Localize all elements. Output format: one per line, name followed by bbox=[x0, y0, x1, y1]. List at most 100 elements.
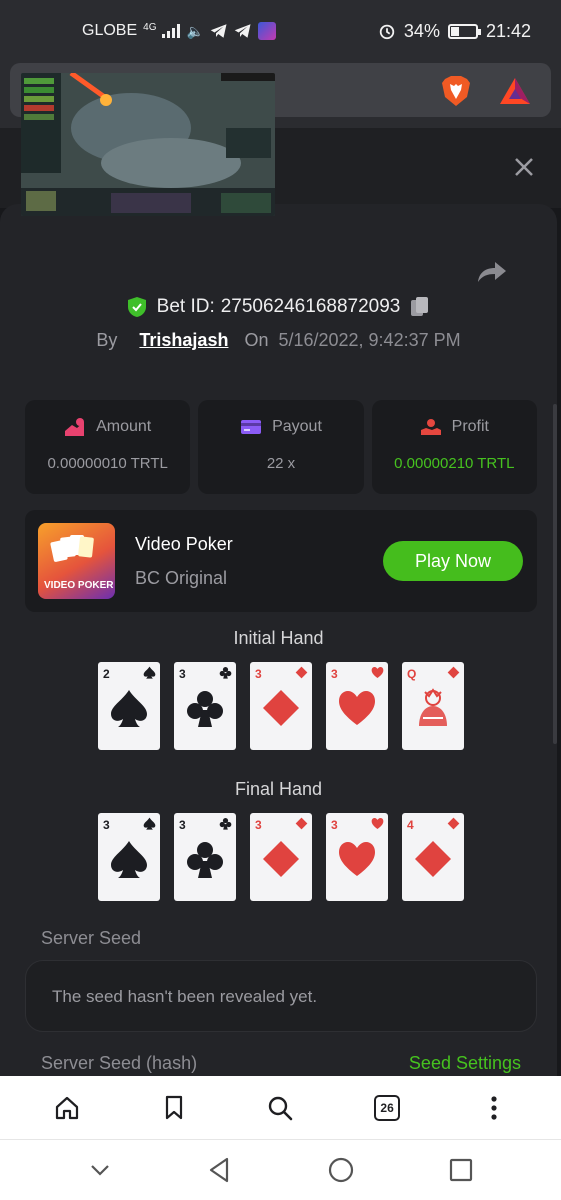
card-rank: 4 bbox=[407, 818, 414, 832]
video-frame bbox=[21, 73, 275, 216]
system-navigation-bar bbox=[0, 1139, 561, 1200]
close-icon[interactable] bbox=[511, 154, 537, 180]
game-card: VIDEO POKER Video Poker BC Original Play… bbox=[25, 510, 537, 612]
spade-corner-icon bbox=[143, 666, 156, 679]
card-rank: 3 bbox=[331, 818, 338, 832]
initial-hand: 2 3 3 3 Q bbox=[98, 662, 464, 750]
server-seed-label: Server Seed bbox=[41, 928, 142, 948]
spade-corner-icon bbox=[143, 817, 156, 830]
bet-date: 5/16/2022, 9:42:37 PM bbox=[278, 330, 461, 350]
bet-stats: Amount 0.00000010 TRTL Payout 22 x Profi… bbox=[25, 400, 537, 494]
username-link[interactable]: Trishajash bbox=[139, 330, 228, 351]
server-seed-hash-label: Server Seed (hash) bbox=[41, 1053, 198, 1073]
battery-percent: 34% bbox=[403, 20, 440, 41]
thumbnail-text: VIDEO POKER bbox=[44, 580, 114, 591]
final-card-1: 3 bbox=[98, 813, 160, 901]
stat-profit-value: 0.00000210 TRTL bbox=[394, 455, 515, 472]
card-rank: 3 bbox=[255, 818, 262, 832]
initial-hand-label: Initial Hand bbox=[233, 628, 324, 648]
diamond-corner-icon bbox=[447, 817, 460, 830]
server-seed-field: The seed hasn't been revealed yet. bbox=[25, 960, 537, 1032]
stat-amount-value: 0.00000010 TRTL bbox=[47, 455, 168, 472]
on-label: On bbox=[244, 330, 269, 350]
card-rank: 3 bbox=[103, 818, 110, 832]
stat-payout-label: Payout bbox=[272, 418, 322, 435]
diamond-corner-icon bbox=[447, 666, 460, 679]
stat-amount-head: Amount bbox=[64, 417, 151, 437]
bet-id-value: 27506246168872093 bbox=[220, 296, 401, 317]
stat-payout-head: Payout bbox=[240, 417, 322, 437]
telegram-icon bbox=[210, 24, 227, 38]
diamond-icon bbox=[263, 690, 299, 726]
alarm-icon bbox=[379, 24, 395, 40]
copy-icon[interactable] bbox=[410, 296, 430, 318]
card-rank: 3 bbox=[179, 667, 186, 681]
final-card-5: 4 bbox=[402, 813, 464, 901]
stat-profit-label: Profit bbox=[451, 418, 489, 435]
card-stack-icon bbox=[50, 535, 94, 562]
status-bar: GLOBE 4G 🔈 34% 21:42 bbox=[0, 0, 561, 62]
diamond-icon bbox=[419, 688, 447, 726]
initial-card-2: 3 bbox=[174, 662, 236, 750]
share-icon[interactable] bbox=[477, 260, 507, 284]
card-rank: 2 bbox=[103, 667, 110, 681]
card-rank: Q bbox=[407, 667, 417, 681]
home-icon[interactable] bbox=[53, 1094, 81, 1122]
card-rank: 3 bbox=[179, 818, 186, 832]
signal-icon bbox=[162, 24, 181, 38]
final-hand: 3 3 3 3 4 bbox=[98, 813, 464, 901]
seed-settings-link[interactable]: Seed Settings bbox=[409, 1053, 521, 1074]
play-now-button[interactable]: Play Now bbox=[383, 541, 523, 581]
diamond-corner-icon bbox=[295, 666, 308, 679]
card-rank: 3 bbox=[255, 667, 262, 681]
stat-amount-label: Amount bbox=[96, 418, 152, 435]
final-hand-label: Final Hand bbox=[234, 779, 323, 799]
scrollbar[interactable] bbox=[553, 404, 557, 744]
final-card-3: 3 bbox=[250, 813, 312, 901]
bookmark-icon[interactable] bbox=[160, 1094, 188, 1122]
recents-icon[interactable] bbox=[447, 1156, 475, 1184]
network-label: 4G bbox=[143, 21, 157, 33]
heart-icon bbox=[339, 842, 375, 876]
stat-payout-value: 22 x bbox=[266, 455, 296, 472]
stat-amount: Amount 0.00000010 TRTL bbox=[25, 400, 191, 494]
home-circle-icon[interactable] bbox=[327, 1156, 355, 1184]
final-card-4: 3 bbox=[326, 813, 388, 901]
amount-icon bbox=[65, 418, 85, 436]
bet-id-label: Bet ID: bbox=[156, 296, 215, 317]
telegram-icon-2 bbox=[234, 24, 251, 38]
brave-rewards-icon[interactable] bbox=[499, 77, 531, 105]
verified-shield-icon bbox=[127, 297, 146, 317]
tabs-icon[interactable]: 26 bbox=[373, 1094, 401, 1122]
status-left: GLOBE 4G 🔈 bbox=[82, 22, 276, 40]
stat-profit: Profit 0.00000210 TRTL bbox=[371, 400, 537, 494]
club-icon bbox=[187, 691, 223, 727]
chevron-down-icon[interactable] bbox=[86, 1156, 114, 1184]
by-label: By bbox=[96, 330, 118, 350]
clock: 21:42 bbox=[485, 20, 531, 41]
diamond-corner-icon bbox=[295, 817, 308, 830]
video-poker-thumbnail[interactable]: VIDEO POKER bbox=[38, 523, 115, 599]
game-subtitle: BC Original bbox=[135, 568, 228, 588]
back-icon[interactable] bbox=[206, 1156, 234, 1184]
search-icon[interactable] bbox=[266, 1094, 294, 1122]
tab-count: 26 bbox=[374, 1094, 401, 1121]
stat-profit-head: Profit bbox=[420, 417, 489, 437]
initial-card-5: Q bbox=[402, 662, 464, 750]
spade-icon bbox=[111, 841, 147, 878]
club-corner-icon bbox=[219, 666, 232, 679]
picture-in-picture-video[interactable] bbox=[21, 73, 275, 216]
stat-payout: Payout 22 x bbox=[198, 400, 364, 494]
club-corner-icon bbox=[219, 817, 232, 830]
bet-details-modal: Bet ID: 27506246168872093 By Trishajash … bbox=[0, 204, 557, 1084]
card-icon bbox=[241, 420, 262, 434]
browser-bottom-nav: 26 bbox=[0, 1076, 561, 1139]
brave-shields-icon[interactable] bbox=[441, 75, 471, 107]
diamond-icon bbox=[415, 841, 451, 877]
more-menu-icon[interactable] bbox=[480, 1094, 508, 1122]
spade-icon bbox=[111, 690, 147, 727]
profit-icon bbox=[420, 419, 441, 435]
volume-icon: 🔈 bbox=[186, 22, 204, 39]
initial-card-1: 2 bbox=[98, 662, 160, 750]
status-right: 34% 21:42 bbox=[378, 21, 531, 42]
